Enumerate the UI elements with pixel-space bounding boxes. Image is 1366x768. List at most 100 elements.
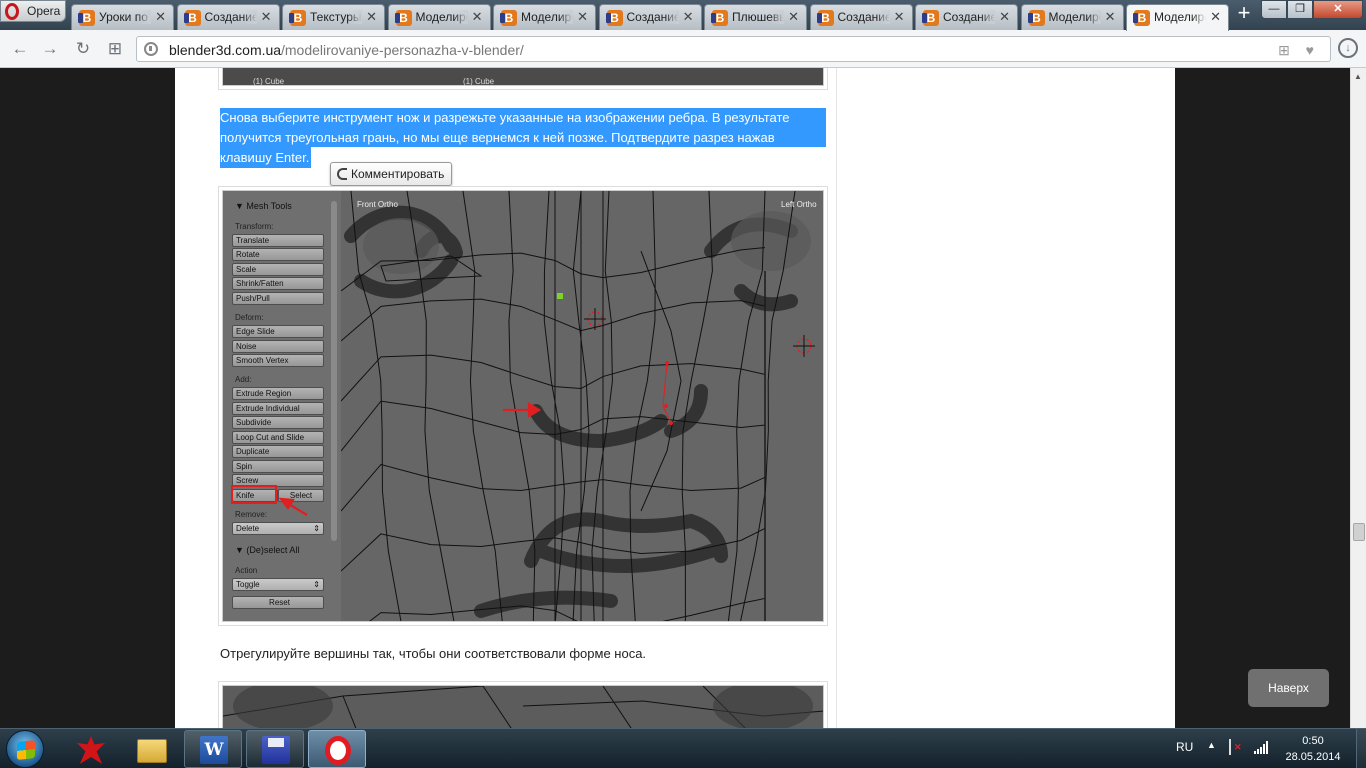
new-tab-button[interactable]: + [1234, 2, 1254, 24]
site-favicon-icon: B [289, 10, 306, 26]
tab-label: Текстуры в Blender [310, 10, 362, 24]
page-info-icon[interactable] [144, 42, 158, 56]
forward-button[interactable]: → [40, 39, 60, 59]
remove-label: Remove: [235, 510, 268, 519]
close-tab-icon[interactable]: ✕ [366, 9, 377, 25]
start-button[interactable] [6, 730, 44, 768]
smooth-vertex-button: Smooth Vertex [232, 354, 324, 367]
browser-tab[interactable]: BСоздание персонажа✕ [915, 4, 1018, 30]
network-signal-icon[interactable] [1254, 740, 1270, 754]
browser-tab[interactable]: BСоздание персонажа✕ [598, 4, 702, 30]
scale-button: Scale [232, 263, 324, 276]
page-scrollbar[interactable]: ▲ [1350, 68, 1366, 728]
opera-menu-label: Opera [27, 4, 61, 18]
duplicate-button: Duplicate [232, 445, 324, 458]
close-tab-icon[interactable]: ✕ [683, 9, 694, 25]
browser-tab[interactable]: B Текстуры в Blender ✕ [282, 4, 385, 30]
window-controls: — ❐ ✕ [1261, 0, 1363, 19]
close-tab-icon[interactable]: ✕ [261, 9, 272, 25]
reset-button: Reset [232, 596, 324, 609]
deselect-panel-title: ▼ (De)select All [235, 545, 300, 555]
action-center-icon[interactable] [1229, 739, 1243, 755]
downloads-button[interactable]: ↓ [1338, 38, 1358, 58]
windows-taskbar: W RU ▲ 0:50 28.05.2014 [0, 728, 1366, 768]
panel-scrollbar [331, 201, 337, 541]
site-favicon-icon: B [394, 10, 412, 26]
navigation-bar: ← → ↻ ⊞ blender3d.com.ua /modelirovaniye… [0, 30, 1366, 68]
browser-tab[interactable]: BМоделирование✕ [387, 4, 491, 30]
spin-button: Spin [232, 460, 324, 473]
back-button[interactable]: ← [10, 39, 30, 59]
close-tab-icon[interactable]: ✕ [999, 9, 1010, 25]
taskbar-opera[interactable] [308, 730, 366, 768]
page-viewport: (1) Cube (1) Cube Снова выберите инструм… [0, 68, 1350, 728]
close-window-button[interactable]: ✕ [1313, 0, 1363, 19]
comment-button-label: Комментировать [351, 167, 445, 181]
site-favicon-icon: B [605, 10, 623, 26]
clock-date: 28.05.2014 [1285, 751, 1341, 763]
show-hidden-icons-button[interactable]: ▲ [1207, 740, 1216, 750]
floppy-disk-icon [262, 736, 290, 764]
rotate-button: Rotate [232, 248, 324, 261]
close-tab-icon[interactable]: ✕ [577, 9, 588, 25]
action-dropdown: Toggle [232, 578, 324, 591]
site-favicon-icon: B [711, 10, 728, 26]
scroll-up-icon[interactable]: ▲ [1354, 72, 1362, 81]
browser-tab[interactable]: BСоздание персонажа ✕ [176, 4, 280, 30]
minimize-button[interactable]: — [1261, 0, 1287, 19]
red-splash-icon [77, 736, 105, 764]
loop-cut-button: Loop Cut and Slide [232, 431, 324, 444]
browser-tab[interactable]: BМоделирование✕ [493, 4, 596, 30]
browser-tab[interactable]: BСоздание персонажа✕ [809, 4, 913, 30]
address-tools-icons[interactable]: ⊞ ♥ [1278, 42, 1320, 59]
sidebar-divider [836, 68, 837, 728]
opera-menu-button[interactable]: Opera [0, 0, 66, 22]
front-ortho-label: Front Ortho [357, 200, 398, 209]
taskbar-word[interactable]: W [184, 730, 242, 768]
face-mesh-drawing [341, 191, 815, 621]
site-favicon-icon: B [183, 10, 201, 26]
shrink-fatten-button: Shrink/Fatten [232, 277, 324, 290]
article-image-bottom [222, 685, 824, 728]
tab-label: Плюшевый мишка [732, 10, 784, 24]
taskbar-red-app[interactable] [60, 730, 118, 768]
language-indicator[interactable]: RU [1176, 740, 1193, 754]
url-path: /modelirovaniye-personazha-v-blender/ [281, 42, 524, 58]
extrude-individual-button: Extrude Individual [232, 402, 324, 415]
remove-dropdown: Delete [232, 522, 324, 535]
close-tab-icon[interactable]: ✕ [788, 9, 799, 25]
close-tab-icon[interactable]: ✕ [155, 9, 166, 25]
translate-button: Translate [232, 234, 324, 247]
taskbar-save-app[interactable] [246, 730, 304, 768]
image-caption: (1) Cube [253, 77, 285, 86]
windows-logo-icon [17, 740, 35, 760]
back-to-top-button[interactable]: Наверх [1248, 669, 1329, 707]
close-tab-icon[interactable]: ✕ [1210, 9, 1221, 25]
speed-dial-button[interactable]: ⊞ [105, 39, 125, 59]
knife-highlight-box [231, 485, 277, 504]
scrollbar-thumb[interactable] [1353, 523, 1365, 541]
taskbar-explorer[interactable] [122, 730, 180, 768]
browser-tab[interactable]: BМоделирование✕ [1126, 4, 1229, 31]
maximize-button[interactable]: ❐ [1287, 0, 1313, 19]
selected-paragraph[interactable]: Снова выберите инструмент нож и разрежьт… [220, 108, 826, 168]
transform-label: Transform: [235, 222, 274, 231]
browser-tab[interactable]: BМоделирование✕ [1020, 4, 1124, 30]
comment-button[interactable]: Комментировать [330, 162, 453, 186]
reload-button[interactable]: ↻ [73, 39, 93, 59]
close-tab-icon[interactable]: ✕ [894, 9, 905, 25]
browser-tab[interactable]: B Уроки по созданию ✕ [71, 4, 174, 30]
word-icon: W [200, 736, 228, 764]
show-desktop-button[interactable] [1356, 729, 1366, 768]
close-tab-icon[interactable]: ✕ [1105, 9, 1116, 25]
clock[interactable]: 0:50 28.05.2014 [1280, 733, 1346, 765]
browser-tab[interactable]: B Плюшевый мишка ✕ [704, 4, 807, 30]
close-tab-icon[interactable]: ✕ [472, 9, 483, 25]
action-label: Action [235, 566, 258, 575]
opera-logo-icon [5, 3, 19, 20]
left-ortho-label: Left Ortho [781, 200, 817, 209]
mesh-tools-title: ▼ Mesh Tools [235, 201, 292, 211]
tab-label: Создание персонажа [204, 10, 257, 24]
knife-arrow [278, 497, 308, 516]
address-field[interactable]: blender3d.com.ua /modelirovaniye-persona… [136, 36, 1331, 62]
